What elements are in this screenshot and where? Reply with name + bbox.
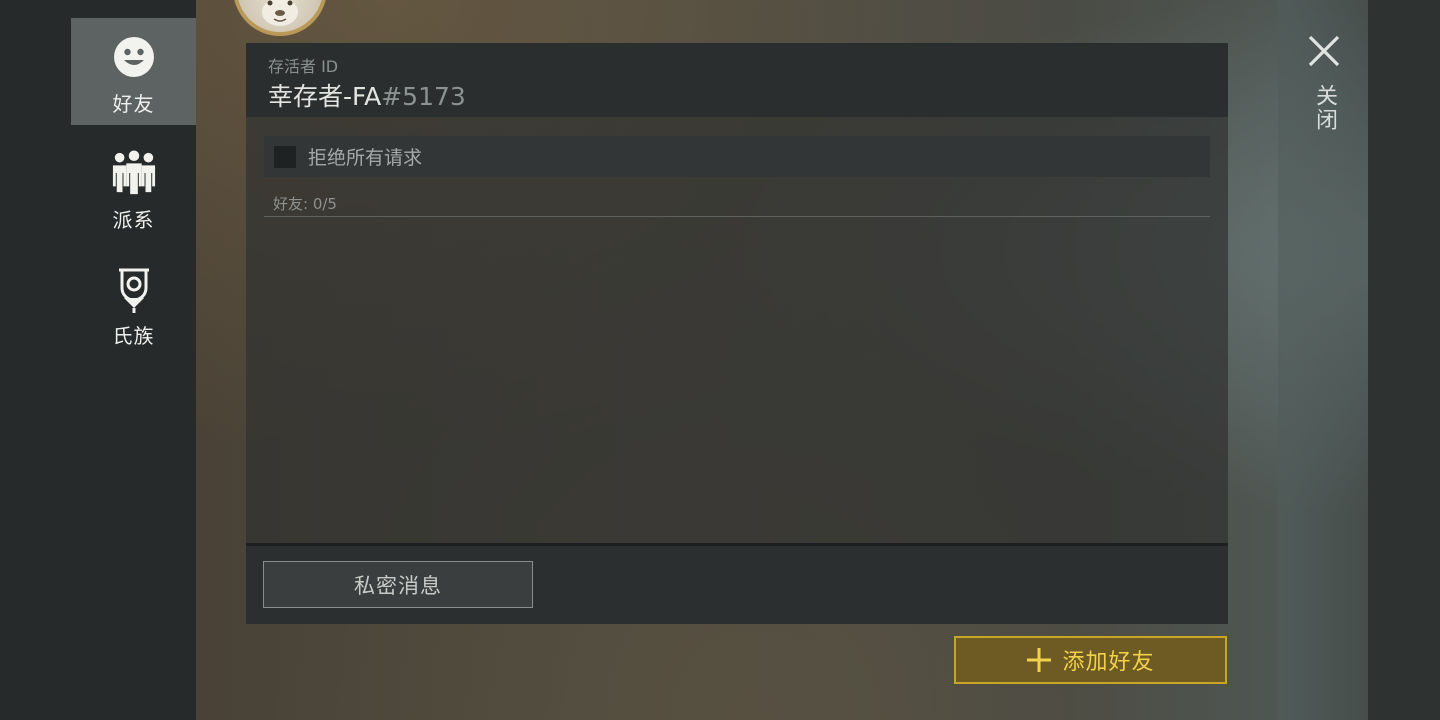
plus-icon (1027, 648, 1052, 672)
add-friend-button[interactable]: 添加好友 (954, 636, 1227, 684)
survivor-name: 幸存者-FA#5173 (268, 77, 466, 113)
panel-footer: 私密消息 (246, 543, 1228, 624)
reject-all-checkbox[interactable] (274, 145, 296, 168)
survivor-id-label: 存活者 ID (268, 57, 339, 76)
sidebar-item-friends[interactable]: 好友 (71, 18, 196, 125)
friends-divider (264, 216, 1210, 217)
reject-all-requests-row[interactable]: 拒绝所有请求 (264, 136, 1210, 177)
group-icon (111, 150, 157, 196)
friends-panel: 存活者 ID 幸存者-FA#5173 拒绝所有请求 好友: 0/5 私密消息 (246, 43, 1228, 624)
reject-all-label: 拒绝所有请求 (308, 147, 423, 169)
survivor-tag: #5173 (381, 82, 466, 111)
sidebar-item-clan[interactable]: 氏族 (71, 250, 196, 357)
sidebar-item-label: 派系 (112, 208, 155, 232)
sidebar-item-label: 好友 (112, 92, 155, 116)
add-friend-label: 添加好友 (1062, 650, 1155, 675)
close-button[interactable]: 关闭 (1300, 30, 1348, 144)
smiley-icon (111, 34, 157, 80)
sidebar-item-faction[interactable]: 派系 (71, 134, 196, 241)
sidebar: 好友 派系 氏族 (0, 0, 196, 720)
friends-count: 好友: 0/5 (273, 195, 337, 213)
clan-banner-icon (111, 266, 157, 313)
background-far-right-strip (1368, 0, 1440, 720)
sidebar-item-label: 氏族 (112, 324, 155, 348)
profile-header: 存活者 ID 幸存者-FA#5173 (246, 43, 1228, 117)
survivor-name-text: 幸存者-FA (268, 82, 382, 111)
close-icon (1308, 35, 1340, 67)
close-label: 关闭 (1312, 84, 1337, 132)
private-message-button[interactable]: 私密消息 (263, 561, 533, 608)
